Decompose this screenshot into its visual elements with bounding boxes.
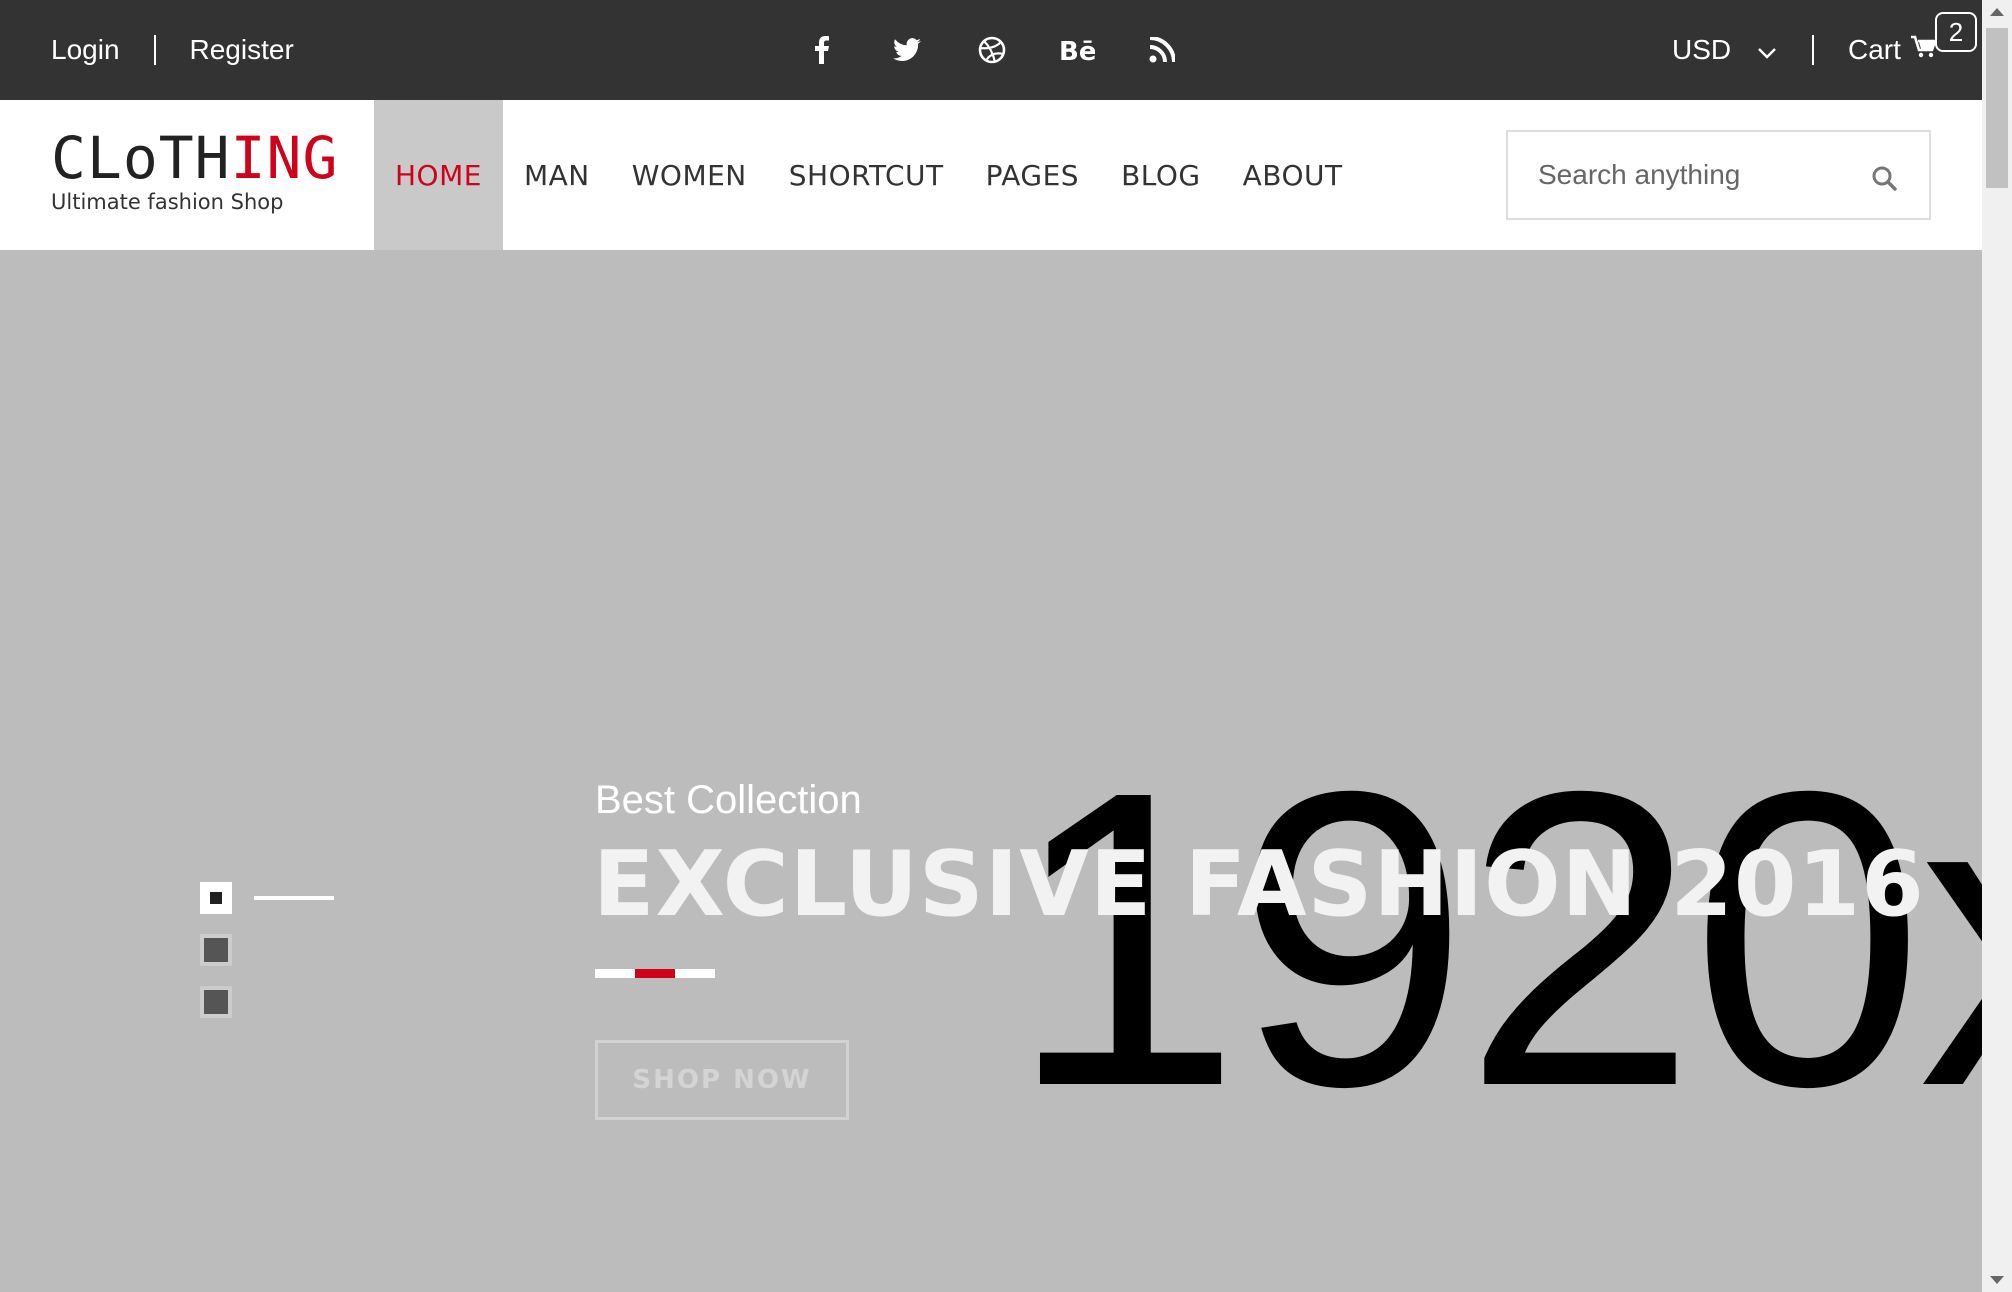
hero-title: EXCLUSIVE FASHION 2016: [593, 832, 1925, 937]
nav-item-women[interactable]: WOMEN: [611, 100, 768, 250]
cart-count-badge: 2: [1935, 12, 1977, 52]
logo-brand: CLoTHING: [51, 128, 338, 188]
search-input[interactable]: [1538, 159, 1858, 191]
rss-icon[interactable]: [1140, 28, 1184, 72]
dribbble-icon[interactable]: [970, 28, 1014, 72]
scroll-up-arrow[interactable]: [1990, 8, 2004, 16]
cart-button[interactable]: Cart: [1848, 0, 1937, 100]
page-scrollbar[interactable]: [1982, 0, 2012, 1292]
nav-item-pages[interactable]: PAGES: [965, 100, 1100, 250]
accent-segment-red: [635, 969, 675, 978]
chevron-down-icon: [1757, 34, 1777, 66]
nav-item-about[interactable]: ABOUT: [1222, 100, 1364, 250]
slide-dot-2[interactable]: [200, 934, 232, 966]
nav-item-home[interactable]: HOME: [374, 100, 503, 250]
top-bar: Login Register Bē USD Cart 2: [0, 0, 1982, 100]
logo-tagline: Ultimate fashion Shop: [51, 190, 284, 214]
login-link[interactable]: Login: [51, 34, 120, 66]
logo-brand-part-a: CLoTH: [51, 124, 231, 192]
shop-now-button[interactable]: SHOP NOW: [595, 1040, 849, 1120]
register-link[interactable]: Register: [190, 34, 294, 66]
cart-label: Cart: [1848, 34, 1901, 65]
search-icon[interactable]: [1871, 165, 1897, 196]
nav-item-shortcut[interactable]: SHORTCUT: [768, 100, 965, 250]
auth-links: Login Register: [51, 0, 294, 100]
main-header: CLoTHING Ultimate fashion Shop HOME MAN …: [0, 100, 1982, 250]
active-slide-line: [254, 896, 334, 900]
cart-icon: [1910, 34, 1937, 66]
logo[interactable]: CLoTHING Ultimate fashion Shop: [51, 128, 338, 214]
accent-segment: [595, 969, 635, 978]
auth-divider: [153, 35, 156, 65]
currency-value: USD: [1672, 34, 1732, 65]
svg-text:Bē: Bē: [1059, 37, 1095, 63]
nav-item-man[interactable]: MAN: [503, 100, 611, 250]
accent-segment: [675, 969, 715, 978]
hero-accent-bar: [595, 969, 715, 978]
slide-dot-1[interactable]: [200, 882, 232, 914]
scroll-down-arrow[interactable]: [1990, 1276, 2004, 1284]
twitter-icon[interactable]: [885, 28, 929, 72]
hero-placeholder-image-text: 1920x: [1008, 705, 1982, 1174]
search-box: [1506, 130, 1931, 220]
hero-slider: 1920x Best Collection EXCLUSIVE FASHION …: [0, 250, 1982, 1292]
topbar-divider: [1812, 35, 1814, 65]
behance-icon[interactable]: Bē: [1055, 28, 1099, 72]
scrollbar-thumb[interactable]: [1986, 28, 2008, 188]
main-nav: HOME MAN WOMEN SHORTCUT PAGES BLOG ABOUT: [374, 100, 1364, 250]
logo-brand-part-b: ING: [230, 124, 339, 192]
currency-selector[interactable]: USD: [1672, 0, 1777, 100]
nav-item-blog[interactable]: BLOG: [1100, 100, 1222, 250]
facebook-icon[interactable]: [800, 28, 844, 72]
hero-subtitle: Best Collection: [595, 778, 862, 822]
social-links: Bē: [800, 0, 1225, 100]
slide-dot-3[interactable]: [200, 986, 232, 1018]
